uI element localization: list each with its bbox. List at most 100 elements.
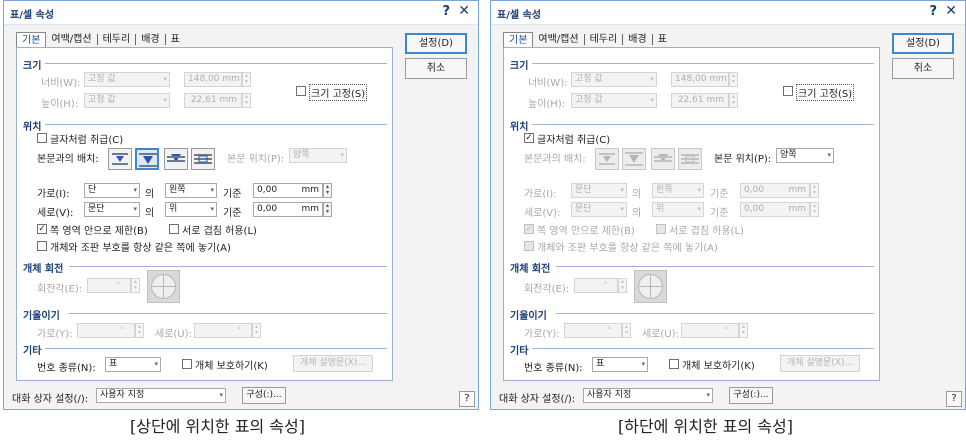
- close-icon[interactable]: ✕: [945, 3, 957, 19]
- protect-checkbox[interactable]: [669, 359, 679, 369]
- skew-v-spinner[interactable]: ▴ ▾: [739, 323, 748, 338]
- same-page-checkbox[interactable]: [37, 241, 47, 251]
- title-bar[interactable]: 표/셀 속성 ? ✕: [4, 1, 478, 25]
- wrap-in-front-button[interactable]: [191, 148, 215, 170]
- vert-ref-select[interactable]: 문단 ▾: [84, 202, 140, 217]
- skew-v-input[interactable]: °: [194, 323, 252, 338]
- horiz-offset-input[interactable]: 0,00 mm: [740, 183, 810, 198]
- tab-background[interactable]: 배경: [136, 32, 164, 47]
- tab-border[interactable]: 테두리: [585, 32, 623, 47]
- vert-offset-input[interactable]: 0,00 mm: [740, 202, 810, 217]
- width-value-input[interactable]: 148,00 mm: [671, 72, 729, 87]
- body-pos-select[interactable]: 양쪽 ▾: [776, 148, 834, 163]
- horiz-offset-input[interactable]: 0,00 mm: [253, 183, 323, 198]
- body-pos-select[interactable]: 양쪽 ▾: [289, 148, 347, 163]
- wrap-top-bottom-button[interactable]: [622, 148, 646, 170]
- wrap-square-button[interactable]: [108, 148, 132, 170]
- horiz-offset-spinner[interactable]: ▴ ▾: [810, 183, 819, 198]
- height-spinner[interactable]: ▴ ▾: [729, 93, 738, 108]
- skew-v-input[interactable]: °: [681, 323, 739, 338]
- help-button[interactable]: ?: [459, 391, 475, 407]
- vert-offset-spinner[interactable]: ▴ ▾: [323, 202, 332, 217]
- same-page-label: 개체와 조판 부호를 항상 같은 쪽에 놓기(A): [537, 243, 718, 254]
- help-icon[interactable]: ?: [929, 4, 937, 19]
- vert-align-select[interactable]: 위 ▾: [652, 202, 704, 217]
- object-description-button[interactable]: 개체 설명문(X)...: [780, 355, 860, 372]
- width-spinner[interactable]: ▴ ▾: [242, 72, 251, 87]
- basic-panel: 크기 너비(W): 고정 값 ▾ 148,00 mm ▴ ▾ 높이(H): 고정 값…: [16, 47, 393, 381]
- config-button[interactable]: 구성(:)...: [242, 387, 286, 404]
- treat-as-char-checkbox[interactable]: [37, 133, 47, 143]
- skew-h-input[interactable]: °: [77, 323, 135, 338]
- wrap-in-front-button[interactable]: [678, 148, 702, 170]
- body-pos-label: 본문 위치(P):: [227, 154, 285, 165]
- wrap-behind-text-button[interactable]: [651, 148, 675, 170]
- fix-size-checkbox[interactable]: [783, 86, 793, 96]
- skew-h-spinner[interactable]: ▴ ▾: [135, 323, 144, 338]
- wrap-behind-text-button[interactable]: [164, 148, 188, 170]
- horiz-align-select[interactable]: 왼쪽 ▾: [165, 183, 217, 198]
- tab-margin-caption[interactable]: 여백/캡션: [46, 32, 96, 47]
- limit-checkbox[interactable]: ✓: [37, 224, 47, 234]
- config-button[interactable]: 구성(:)...: [729, 387, 773, 404]
- wrap-top-bottom-button[interactable]: [135, 148, 159, 170]
- treat-as-char-checkbox[interactable]: ✓: [524, 133, 534, 143]
- ok-button[interactable]: 설정(D): [405, 33, 467, 54]
- tab-background[interactable]: 배경: [623, 32, 651, 47]
- horiz-ref-select[interactable]: 문단 ▾: [571, 183, 627, 198]
- width-mode-select[interactable]: 고정 값 ▾: [571, 72, 657, 87]
- rotation-dial-icon: [151, 274, 176, 299]
- fix-size-checkbox[interactable]: [296, 86, 306, 96]
- cancel-button[interactable]: 취소: [405, 58, 467, 79]
- height-value-input[interactable]: 22,61 mm: [184, 93, 242, 108]
- tab-basic[interactable]: 기본: [16, 32, 47, 47]
- tab-margin-caption[interactable]: 여백/캡션: [533, 32, 583, 47]
- object-description-button[interactable]: 개체 설명문(X)...: [293, 355, 373, 372]
- horiz-align-select[interactable]: 왼쪽 ▾: [652, 183, 704, 198]
- height-mode-select[interactable]: 고정 값 ▾: [84, 93, 170, 108]
- number-select[interactable]: 표 ▾: [592, 357, 648, 372]
- rotation-input[interactable]: °: [574, 278, 618, 293]
- height-value-input[interactable]: 22,61 mm: [671, 93, 729, 108]
- height-mode-select[interactable]: 고정 값 ▾: [571, 93, 657, 108]
- protect-checkbox[interactable]: [182, 359, 192, 369]
- height-spinner[interactable]: ▴ ▾: [242, 93, 251, 108]
- skew-v-spinner[interactable]: ▴ ▾: [252, 323, 261, 338]
- vert-offset-spinner[interactable]: ▴ ▾: [810, 202, 819, 217]
- number-select[interactable]: 표 ▾: [105, 357, 161, 372]
- close-icon[interactable]: ✕: [458, 3, 470, 19]
- skew-h-input[interactable]: °: [564, 323, 622, 338]
- horiz-ref-select[interactable]: 단 ▾: [84, 183, 140, 198]
- dialog-settings-select[interactable]: 사용자 지정 ▾: [583, 388, 713, 403]
- width-value-input[interactable]: 148,00 mm: [184, 72, 242, 87]
- tab-table[interactable]: 표: [653, 32, 672, 47]
- fix-size-label[interactable]: 크기 고정(S): [796, 84, 855, 101]
- width-mode-select[interactable]: 고정 값 ▾: [84, 72, 170, 87]
- skew-h-spinner[interactable]: ▴ ▾: [622, 323, 631, 338]
- rotation-spinner[interactable]: ▴ ▾: [618, 278, 627, 293]
- same-page-checkbox[interactable]: [524, 241, 534, 251]
- title-bar[interactable]: 표/셀 속성 ? ✕: [491, 1, 965, 25]
- vert-offset-input[interactable]: 0,00 mm: [253, 202, 323, 217]
- tab-basic[interactable]: 기본: [503, 32, 534, 47]
- ok-button[interactable]: 설정(D): [892, 33, 954, 54]
- horiz-offset-spinner[interactable]: ▴ ▾: [323, 183, 332, 198]
- overlap-checkbox[interactable]: [656, 224, 666, 234]
- help-icon[interactable]: ?: [442, 4, 450, 19]
- fix-size-label[interactable]: 크기 고정(S): [309, 84, 368, 101]
- rotation-spinner[interactable]: ▴ ▾: [131, 278, 140, 293]
- tab-border[interactable]: 테두리: [98, 32, 136, 47]
- overlap-checkbox[interactable]: [169, 224, 179, 234]
- dialog-settings-select[interactable]: 사용자 지정 ▾: [96, 388, 226, 403]
- wrap-label: 본문과의 배치:: [524, 154, 586, 165]
- tab-table[interactable]: 표: [166, 32, 185, 47]
- cancel-button[interactable]: 취소: [892, 58, 954, 79]
- vert-align-select[interactable]: 위 ▾: [165, 202, 217, 217]
- number-label: 번호 종류(N):: [37, 363, 96, 374]
- help-button[interactable]: ?: [946, 391, 962, 407]
- rotation-input[interactable]: °: [87, 278, 131, 293]
- vert-ref-select[interactable]: 문단 ▾: [571, 202, 627, 217]
- wrap-square-button[interactable]: [595, 148, 619, 170]
- width-spinner[interactable]: ▴ ▾: [729, 72, 738, 87]
- limit-checkbox[interactable]: ✓: [524, 224, 534, 234]
